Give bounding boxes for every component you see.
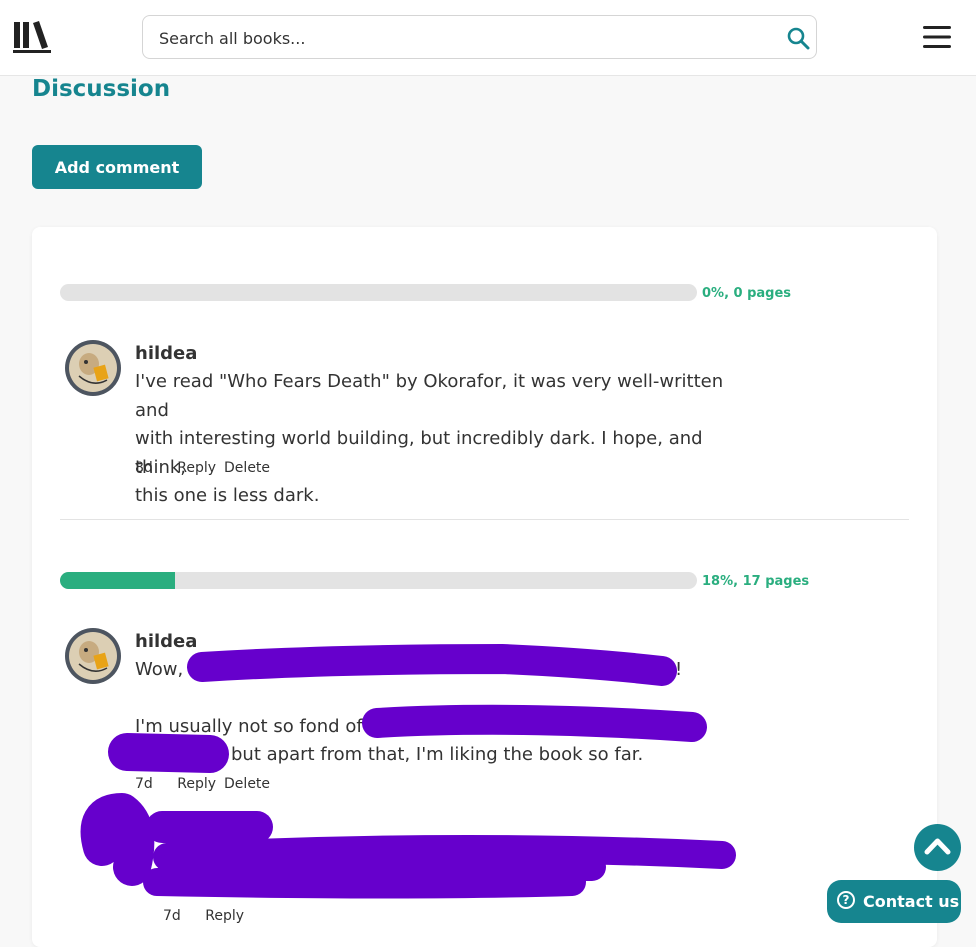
- search-input[interactable]: [157, 16, 761, 60]
- redaction-scribble: [80, 644, 736, 899]
- contact-us-button[interactable]: ? Contact us: [827, 880, 961, 923]
- comments-card: 0%, 0 pages hildea I've read "Who Fears …: [32, 227, 937, 947]
- page-title: Discussion: [32, 76, 171, 102]
- search-box[interactable]: [142, 15, 817, 60]
- contact-label: Contact us: [863, 892, 960, 911]
- hamburger-menu-icon[interactable]: [922, 24, 952, 50]
- library-logo-icon[interactable]: [13, 20, 51, 54]
- add-comment-button[interactable]: Add comment: [32, 145, 202, 189]
- scroll-to-top-button[interactable]: [914, 824, 961, 871]
- help-icon: ?: [837, 891, 855, 909]
- search-icon[interactable]: [786, 26, 810, 50]
- chevron-up-icon: [924, 838, 951, 855]
- top-bar: [0, 0, 976, 76]
